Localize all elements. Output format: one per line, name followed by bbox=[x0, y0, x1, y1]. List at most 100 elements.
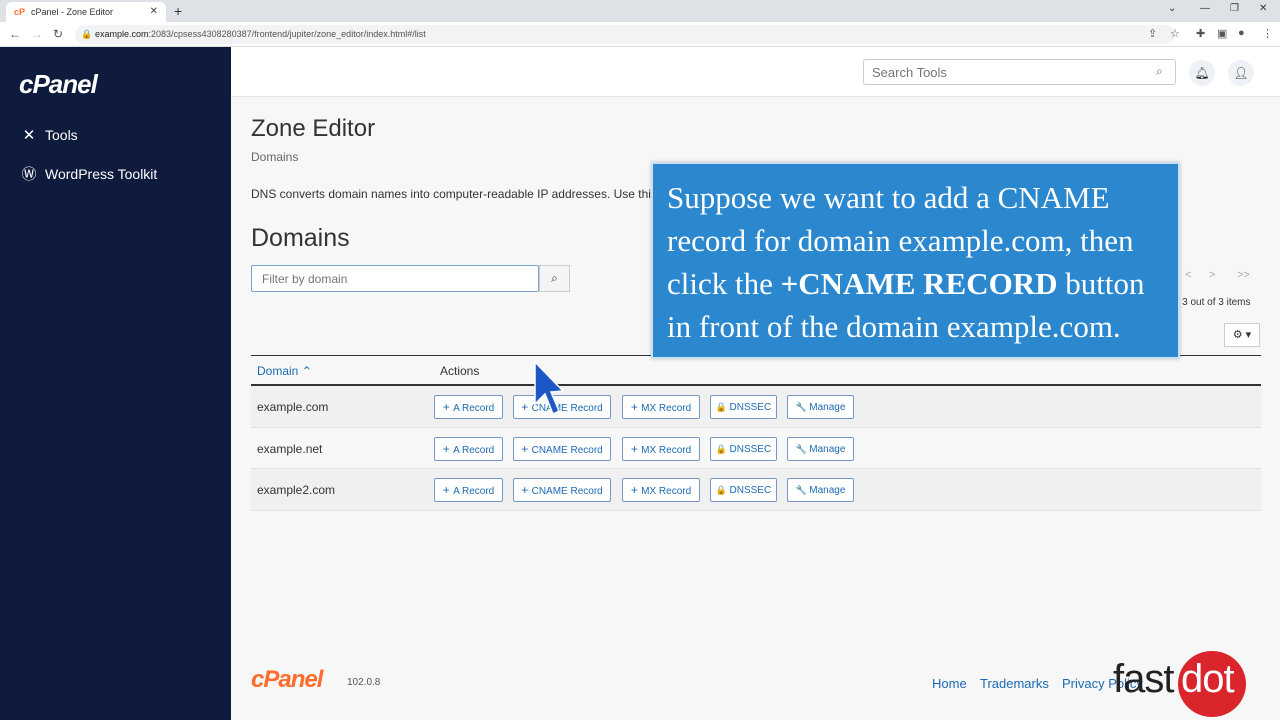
footer-link-home[interactable]: Home bbox=[932, 676, 967, 691]
menu-icon[interactable]: ⋮ bbox=[1262, 27, 1273, 40]
a-record-button[interactable]: + A Record bbox=[434, 436, 503, 461]
manage-button[interactable]: 🔧 Manage bbox=[787, 478, 854, 502]
side-panel-icon[interactable]: ▣ bbox=[1217, 27, 1227, 40]
profile-icon[interactable]: ● bbox=[1238, 27, 1245, 39]
button-label: DNSSEC bbox=[729, 402, 772, 413]
a-record-button[interactable]: + A Record bbox=[434, 478, 503, 502]
sidebar-item-tools[interactable]: ✕ Tools bbox=[19, 126, 78, 144]
domain-name: example.com bbox=[257, 400, 329, 414]
plus-icon: + bbox=[442, 400, 454, 414]
lock-icon: 🔒 bbox=[715, 402, 730, 412]
pagination-prev-button[interactable]: < bbox=[1185, 269, 1191, 281]
plus-icon: + bbox=[521, 400, 532, 414]
lock-icon: 🔒 bbox=[81, 29, 93, 39]
domain-name: example2.com bbox=[257, 483, 336, 497]
address-bar: ← → ↻ 🔒 example.com:2083/cpsess430828038… bbox=[0, 22, 1280, 47]
button-label: A Record bbox=[453, 403, 495, 414]
pagination-last-button[interactable]: >> bbox=[1237, 269, 1250, 281]
tab-search-icon[interactable]: ⌄ bbox=[1168, 3, 1176, 14]
sort-ascending-icon: ⌃ bbox=[301, 364, 312, 378]
domain-column-header[interactable]: Domain ⌃ bbox=[257, 364, 312, 378]
url-field[interactable]: 🔒 example.com:2083/cpsess4308280387/fron… bbox=[75, 25, 1175, 44]
cpanel-logo[interactable]: cPanel bbox=[19, 69, 98, 100]
forward-icon[interactable]: → bbox=[31, 27, 43, 41]
restore-icon[interactable]: ❐ bbox=[1230, 3, 1239, 14]
dnssec-button[interactable]: 🔒 DNSSEC bbox=[710, 436, 777, 461]
table-row: example.net + A Record + CNAME Record + MX … bbox=[251, 427, 1261, 469]
new-tab-icon[interactable]: + bbox=[174, 3, 182, 19]
button-label: CNAME Record bbox=[531, 444, 603, 456]
mouse-cursor-icon bbox=[534, 360, 565, 416]
search-tools-input[interactable] bbox=[863, 59, 1176, 85]
wrench-icon: 🔧 bbox=[795, 485, 810, 495]
filter-domain-input[interactable] bbox=[251, 265, 539, 292]
top-header: ⌕ 🔔︎ 👤︎ bbox=[231, 47, 1280, 97]
url-host: example.com bbox=[95, 29, 149, 39]
button-label: Manage bbox=[809, 402, 846, 413]
button-label: MX Record bbox=[641, 486, 692, 497]
sidebar-item-label: Tools bbox=[45, 127, 78, 143]
mx-record-button[interactable]: + MX Record bbox=[622, 395, 700, 419]
lock-icon: 🔒 bbox=[715, 443, 730, 454]
close-tab-icon[interactable]: ✕ bbox=[150, 6, 158, 17]
breadcrumb: Domains bbox=[251, 150, 299, 164]
plus-icon: + bbox=[630, 441, 642, 456]
search-icon[interactable]: ⌕ bbox=[1156, 64, 1163, 79]
settings-dropdown-button[interactable]: ⚙ ▾ bbox=[1224, 323, 1260, 347]
notifications-bell-icon[interactable]: 🔔︎ bbox=[1189, 60, 1215, 86]
table-row: example.com + A Record + CNAME Record + MX … bbox=[251, 386, 1261, 428]
plus-icon: + bbox=[521, 441, 532, 456]
gear-icon: ⚙ ▾ bbox=[1232, 329, 1252, 341]
plus-icon: + bbox=[442, 483, 454, 497]
mx-record-button[interactable]: + MX Record bbox=[622, 436, 700, 461]
share-icon[interactable]: ⇪ bbox=[1148, 27, 1157, 40]
tools-icon: ✕ bbox=[22, 127, 36, 144]
minimize-icon[interactable]: — bbox=[1200, 3, 1210, 14]
mx-record-button[interactable]: + MX Record bbox=[622, 478, 700, 502]
button-label: MX Record bbox=[641, 444, 692, 456]
user-account-icon[interactable]: 👤︎ bbox=[1228, 60, 1254, 86]
footer-cpanel-logo: cPanel bbox=[251, 666, 323, 693]
extensions-icon[interactable]: ✚ bbox=[1196, 27, 1205, 40]
cpanel-favicon-icon: cP bbox=[14, 7, 26, 17]
tab-title: cPanel - Zone Editor bbox=[31, 7, 114, 17]
filter-search-button[interactable]: ⌕ bbox=[539, 265, 570, 292]
table-row: example2.com + A Record + CNAME Record + MX… bbox=[251, 469, 1261, 511]
dnssec-button[interactable]: 🔒 DNSSEC bbox=[710, 395, 777, 419]
button-label: A Record bbox=[453, 486, 495, 497]
plus-icon: + bbox=[442, 441, 454, 456]
a-record-button[interactable]: + A Record bbox=[434, 395, 503, 419]
sidebar-item-wordpress-toolkit[interactable]: Ⓦ WordPress Toolkit bbox=[19, 163, 157, 184]
reload-icon[interactable]: ↻ bbox=[53, 27, 63, 41]
cname-record-button[interactable]: + CNAME Record bbox=[513, 478, 611, 502]
browser-tab[interactable]: cP cPanel - Zone Editor ✕ bbox=[6, 2, 166, 22]
back-icon[interactable]: ← bbox=[9, 27, 21, 41]
fastdot-watermark-logo: fast dot bbox=[1113, 651, 1248, 717]
items-count: to 3 out of 3 items bbox=[1171, 297, 1251, 308]
bookmark-star-icon[interactable]: ☆ bbox=[1170, 27, 1180, 40]
manage-button[interactable]: 🔧 Manage bbox=[787, 436, 854, 461]
domain-name: example.net bbox=[257, 441, 323, 456]
button-label: A Record bbox=[453, 444, 495, 456]
watermark-text-fast: fast bbox=[1113, 657, 1174, 701]
footer-link-trademarks[interactable]: Trademarks bbox=[980, 676, 1049, 691]
plus-icon: + bbox=[630, 483, 642, 497]
button-label: MX Record bbox=[641, 403, 692, 414]
sidebar: cPanel ✕ Tools Ⓦ WordPress Toolkit bbox=[0, 47, 231, 720]
close-window-icon[interactable]: ✕ bbox=[1259, 3, 1267, 14]
callout-line: in front of the domain example.com. bbox=[667, 309, 1121, 344]
callout-line: Suppose we want to add a CNAME bbox=[667, 180, 1110, 215]
button-label: CNAME Record bbox=[531, 486, 603, 497]
pagination-next-button[interactable]: > bbox=[1209, 269, 1215, 281]
dnssec-button[interactable]: 🔒 DNSSEC bbox=[710, 478, 777, 502]
button-label: DNSSEC bbox=[729, 443, 772, 455]
button-label: DNSSEC bbox=[729, 485, 772, 496]
manage-button[interactable]: 🔧 Manage bbox=[787, 395, 854, 419]
cname-record-button[interactable]: + CNAME Record bbox=[513, 436, 611, 461]
button-label: Manage bbox=[809, 485, 846, 496]
tutorial-callout: Suppose we want to add a CNAME record fo… bbox=[651, 162, 1180, 359]
button-label: Manage bbox=[809, 443, 846, 455]
watermark-text-dot: dot bbox=[1181, 657, 1235, 701]
browser-tab-bar: cP cPanel - Zone Editor ✕ + ⌄ — ❐ ✕ bbox=[0, 0, 1280, 22]
url-path: :2083/cpsess4308280387/frontend/jupiter/… bbox=[148, 29, 426, 39]
